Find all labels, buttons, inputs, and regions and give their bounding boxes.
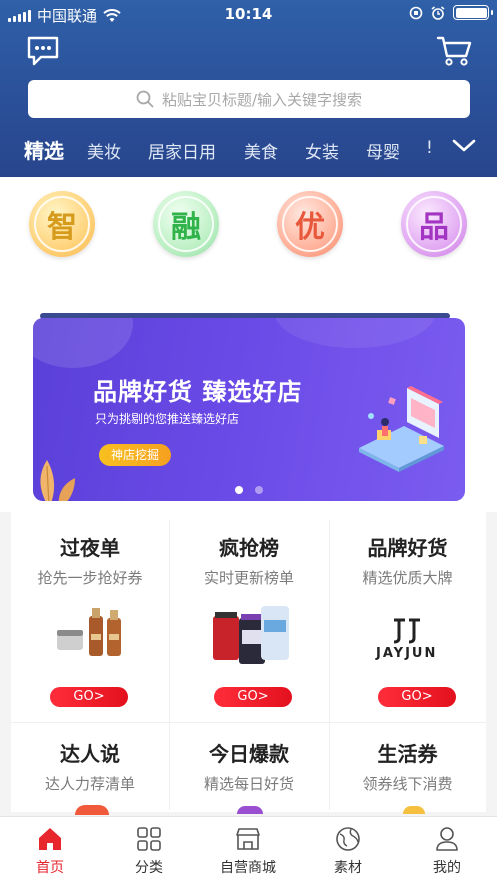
grid-cell-jinribaokuan[interactable]: 今日爆款 精选每日好货 [169, 738, 329, 794]
tab-jujia-riyong[interactable]: 居家日用 [148, 138, 216, 163]
grid-cell-title: 过夜单 [60, 536, 120, 560]
feature-circles: 智 融 优 品 [0, 177, 497, 269]
banner-button[interactable]: 神店挖掘 [99, 444, 172, 466]
category-grid-icon [137, 827, 161, 851]
home-icon [39, 828, 61, 850]
cart-icon[interactable] [436, 35, 472, 67]
isometric-store-illustration-icon [359, 386, 444, 472]
pagination-dot[interactable] [255, 486, 263, 494]
grid-cell-title: 品牌好货 [367, 536, 448, 560]
feature-circle-you[interactable]: 优 [277, 191, 343, 257]
tab-material[interactable]: 素材 [298, 825, 398, 877]
promo-banner[interactable]: 品牌好货 臻选好店 只为挑剔的您推送臻选好店 神店挖掘 [33, 318, 465, 501]
alarm-icon [431, 5, 445, 20]
tab-label: 自营商城 [220, 860, 276, 876]
tab-label: 我的 [433, 860, 461, 876]
grid-cell-subtitle: 精选优质大牌 [362, 569, 453, 587]
search-placeholder: 粘贴宝贝标题/输入关键字搜索 [161, 90, 363, 109]
supplements-product-image [213, 606, 289, 664]
bottom-tab-bar: 首页 分类 自营商城 素材 我的 [0, 816, 497, 883]
rotation-lock-icon [409, 6, 423, 19]
jayjun-logo-icon [393, 618, 420, 644]
status-bar: 中国联通 10:14 [0, 0, 497, 28]
grid-cell-subtitle: 抢先一步抢好券 [37, 569, 143, 587]
grid-cell-title: 生活券 [377, 742, 438, 766]
tab-meizhuang[interactable]: 美妆 [87, 138, 121, 163]
header: 中国联通 10:14 粘贴宝贝标题/输入关键字搜索 精选 美妆 居家日用 美食 … [0, 0, 497, 177]
grid-cell-title: 达人说 [60, 742, 120, 766]
go-button-guoyedan[interactable]: GO> [50, 687, 128, 707]
grid-cell-subtitle: 精选每日好货 [203, 775, 294, 793]
go-button-pinpaihaohuo[interactable]: GO> [378, 687, 456, 707]
store-icon [236, 828, 260, 850]
status-icons [409, 5, 493, 20]
tab-home[interactable]: 首页 [0, 825, 100, 877]
grid-cell-title: 疯抢榜 [219, 536, 279, 560]
tab-label: 素材 [334, 860, 362, 876]
feature-circle-zhi[interactable]: 智 [29, 191, 95, 257]
grid-cell-fengqiangbang[interactable]: 疯抢榜 实时更新榜单 [169, 532, 329, 588]
tab-store[interactable]: 自营商城 [198, 825, 298, 877]
tab-label: 分类 [135, 860, 163, 876]
message-icon[interactable] [26, 36, 60, 66]
grid-cell-guoyedan[interactable]: 过夜单 抢先一步抢好券 [11, 532, 169, 588]
category-tabs: 精选 美妆 居家日用 美食 女装 母婴 ! [0, 130, 497, 166]
pagination-dot-active[interactable] [235, 486, 243, 494]
search-icon [136, 90, 154, 108]
grid-cell-subtitle: 达人力荐清单 [44, 775, 135, 793]
search-input[interactable]: 粘贴宝贝标题/输入关键字搜索 [28, 80, 470, 118]
tab-muying[interactable]: 母婴 [366, 138, 400, 163]
grid-cell-darenshuo[interactable]: 达人说 达人力荐清单 [11, 738, 169, 794]
tab-jingxuan[interactable]: 精选 [24, 135, 64, 164]
chevron-down-icon[interactable] [452, 136, 476, 156]
go-button-fengqiangbang[interactable]: GO> [214, 687, 292, 707]
banner-pagination [33, 486, 465, 494]
banner-title: 品牌好货 臻选好店 [93, 378, 303, 406]
banner-subtitle: 只为挑剔的您推送臻选好店 [95, 412, 240, 426]
brand-name: JAYJUN [376, 646, 438, 661]
grid-cell-subtitle: 实时更新榜单 [203, 569, 294, 587]
grid-cell-shenghuoquan[interactable]: 生活券 领券线下消费 [329, 738, 486, 794]
feature-circle-pin[interactable]: 品 [401, 191, 467, 257]
globe-icon [336, 827, 360, 851]
feature-grid: 过夜单 抢先一步抢好券 GO> 疯抢榜 实时更新榜单 GO> 品牌好货 精选优质… [11, 512, 486, 815]
app-screen: 中国联通 10:14 粘贴宝贝标题/输入关键字搜索 精选 美妆 居家日用 美食 … [0, 0, 497, 883]
grid-cell-pinpaihaohuo[interactable]: 品牌好货 精选优质大牌 [329, 532, 486, 588]
grid-cell-title: 今日爆款 [209, 742, 289, 766]
tab-profile[interactable]: 我的 [397, 825, 497, 877]
battery-icon [453, 5, 493, 20]
grid-cell-subtitle: 领券线下消费 [362, 775, 453, 793]
tab-more-partial[interactable]: ! [426, 138, 433, 158]
tab-meishi[interactable]: 美食 [244, 138, 278, 163]
tab-label: 首页 [36, 860, 64, 876]
skincare-product-image [57, 608, 121, 656]
tab-nvzhuang[interactable]: 女装 [305, 138, 339, 163]
feature-circle-rong[interactable]: 融 [153, 191, 219, 257]
tab-category[interactable]: 分类 [99, 825, 199, 877]
profile-icon [436, 827, 458, 851]
